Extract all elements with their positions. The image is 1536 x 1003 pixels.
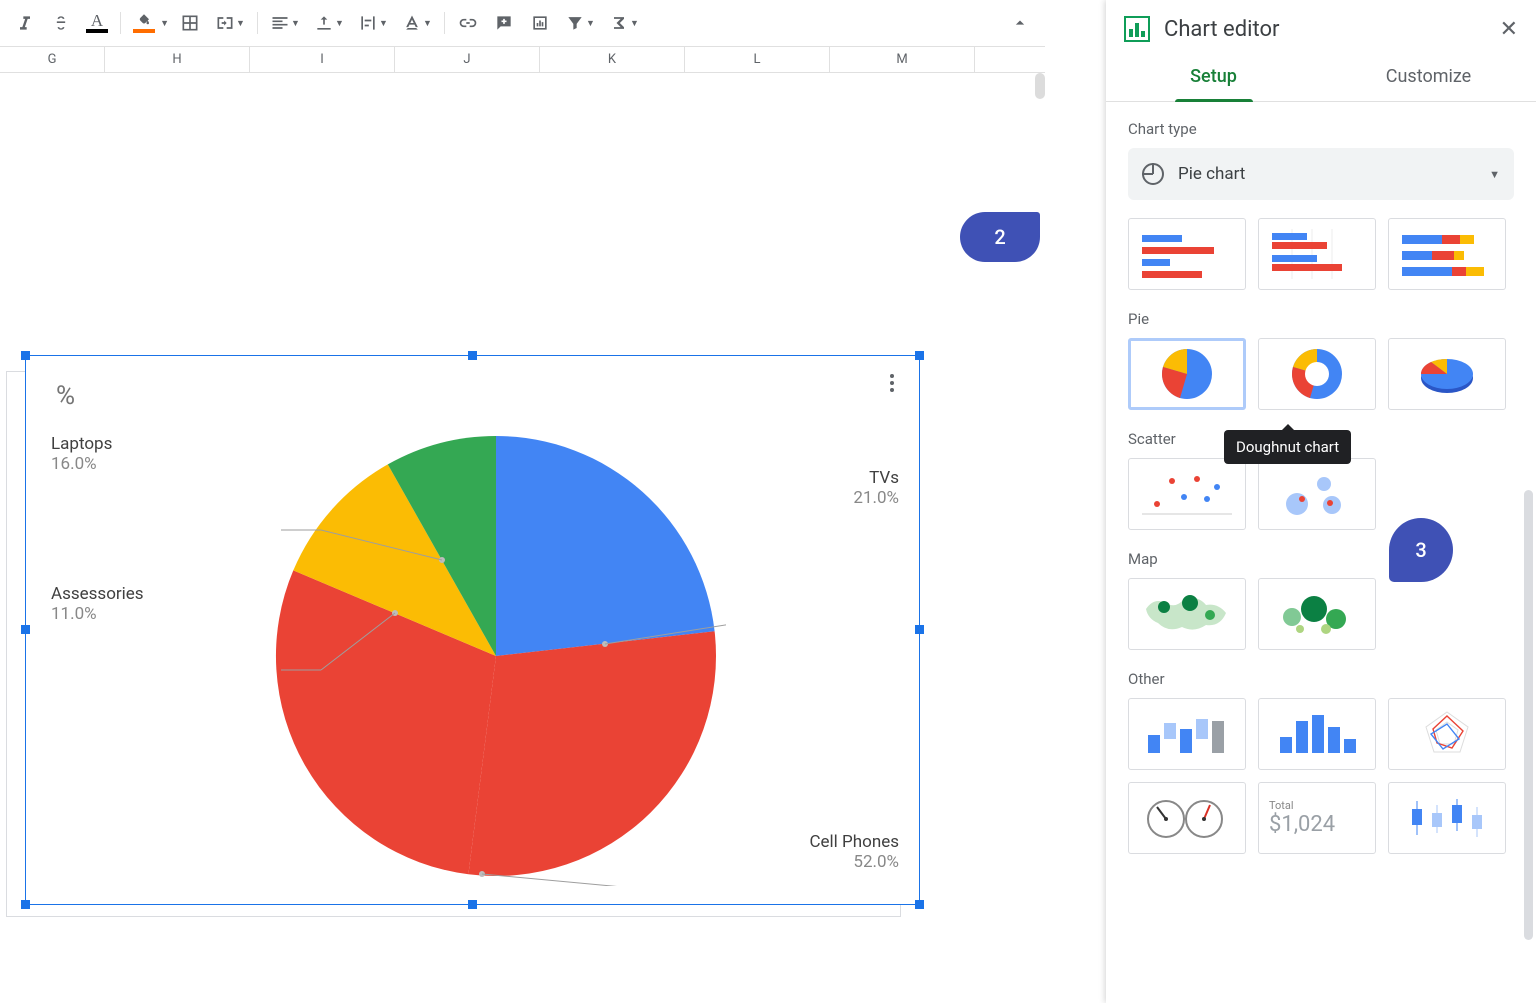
chart-type-doughnut[interactable]: [1258, 338, 1376, 410]
chart-editor-sidebar: Chart editor ✕ Setup Customize Chart typ…: [1106, 0, 1536, 1003]
text-wrap-button[interactable]: ▼: [352, 8, 394, 38]
chart-type-bar3[interactable]: [1388, 218, 1506, 290]
chevron-down-icon: ▼: [1489, 168, 1500, 181]
chart-type-bubble[interactable]: [1258, 458, 1376, 530]
chart-type-radar[interactable]: [1388, 698, 1506, 770]
section-map: Map: [1128, 550, 1514, 568]
insert-chart-button[interactable]: [523, 8, 557, 38]
chart-type-value: Pie chart: [1178, 164, 1245, 184]
section-pie: Pie: [1128, 310, 1514, 328]
pie-chart: [266, 426, 726, 886]
chart-type-select[interactable]: Pie chart ▼: [1128, 148, 1514, 200]
chart-type-candlestick[interactable]: [1388, 782, 1506, 854]
col-header[interactable]: I: [250, 47, 395, 72]
pie-icon: [1142, 163, 1164, 185]
chart-object[interactable]: % TVs 21.0% Laptops 16.0% Assessories 11…: [25, 355, 920, 905]
resize-handle[interactable]: [915, 900, 924, 909]
resize-handle[interactable]: [21, 625, 30, 634]
chart-type-gauge[interactable]: [1128, 782, 1246, 854]
insert-comment-button[interactable]: [487, 8, 521, 38]
collapse-toolbar-button[interactable]: [1003, 8, 1037, 38]
fill-color-button[interactable]: ▼: [127, 8, 161, 38]
tooltip-doughnut: Doughnut chart: [1224, 430, 1351, 464]
merge-cells-button[interactable]: ▼: [209, 8, 251, 38]
chart-type-histogram[interactable]: [1258, 698, 1376, 770]
chart-type-scatter[interactable]: [1128, 458, 1246, 530]
vertical-scrollbar-track[interactable]: [1035, 73, 1045, 99]
tab-customize[interactable]: Customize: [1321, 52, 1536, 101]
chart-type-label: Chart type: [1128, 120, 1514, 138]
chart-title[interactable]: %: [56, 381, 75, 411]
resize-handle[interactable]: [468, 351, 477, 360]
chart-editor-icon: [1124, 16, 1150, 42]
insert-link-button[interactable]: [451, 8, 485, 38]
resize-handle[interactable]: [21, 351, 30, 360]
sidebar-tabs: Setup Customize: [1106, 52, 1536, 102]
col-header[interactable]: L: [685, 47, 830, 72]
borders-button[interactable]: [173, 8, 207, 38]
section-other: Other: [1128, 670, 1514, 688]
filter-button[interactable]: ▼: [559, 8, 601, 38]
strikethrough-button[interactable]: [44, 8, 78, 38]
resize-handle[interactable]: [915, 625, 924, 634]
slice-label-cell: Cell Phones 52.0%: [809, 832, 899, 872]
resize-handle[interactable]: [21, 900, 30, 909]
text-rotation-button[interactable]: ▼: [396, 8, 438, 38]
functions-button[interactable]: ▼: [603, 8, 645, 38]
col-header[interactable]: H: [105, 47, 250, 72]
resize-handle[interactable]: [468, 900, 477, 909]
horizontal-align-button[interactable]: ▼: [264, 8, 306, 38]
slice-label-tvs: TVs 21.0%: [853, 468, 899, 508]
column-headers: G H I J K L M: [0, 47, 1045, 73]
callout-3: 3: [1389, 518, 1453, 582]
chart-type-geobubble[interactable]: [1258, 578, 1376, 650]
callout-2: 2: [960, 212, 1040, 262]
text-color-button[interactable]: A: [80, 8, 114, 38]
chart-type-pie[interactable]: [1128, 338, 1246, 410]
italic-button[interactable]: [8, 8, 42, 38]
vertical-align-button[interactable]: ▼: [308, 8, 350, 38]
sidebar-scrollbar[interactable]: [1524, 490, 1533, 940]
chart-type-scorecard[interactable]: Total $1,024: [1258, 782, 1376, 854]
tab-setup[interactable]: Setup: [1106, 52, 1321, 101]
slice-label-laptops: Laptops 16.0%: [51, 434, 112, 474]
chart-type-geo[interactable]: [1128, 578, 1246, 650]
slice-label-assessories: Assessories 11.0%: [51, 584, 144, 624]
chart-type-bar1[interactable]: [1128, 218, 1246, 290]
col-header[interactable]: G: [0, 47, 105, 72]
resize-handle[interactable]: [915, 351, 924, 360]
col-header[interactable]: K: [540, 47, 685, 72]
col-header[interactable]: M: [830, 47, 975, 72]
chart-type-waterfall[interactable]: [1128, 698, 1246, 770]
col-header[interactable]: J: [395, 47, 540, 72]
sidebar-title: Chart editor: [1164, 17, 1279, 42]
toolbar: A ▼ ▼ ▼ ▼ ▼ ▼ ▼ ▼: [0, 0, 1045, 47]
chart-type-bar2[interactable]: [1258, 218, 1376, 290]
close-sidebar-button[interactable]: ✕: [1500, 17, 1518, 42]
chart-menu-button[interactable]: [880, 371, 904, 395]
chart-type-3dpie[interactable]: [1388, 338, 1506, 410]
